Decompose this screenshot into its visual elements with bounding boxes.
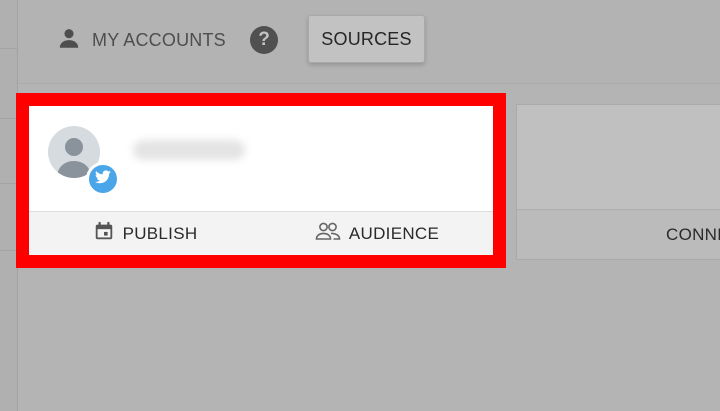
audience-label: AUDIENCE — [348, 223, 440, 243]
top-bar: MY ACCOUNTS ? SOURCES — [18, 0, 720, 84]
card-header — [29, 106, 493, 208]
sources-button[interactable]: SOURCES — [308, 15, 425, 63]
sidebar-divider — [0, 48, 18, 49]
connect-label: CONNE — [666, 224, 720, 244]
my-accounts-link[interactable]: MY ACCOUNTS — [56, 26, 226, 54]
calendar-icon — [93, 220, 123, 247]
people-icon — [315, 221, 349, 246]
card-actions: PUBLISH AUDIENCE — [29, 211, 493, 255]
my-accounts-label: MY ACCOUNTS — [92, 29, 226, 50]
account-card: PUBLISH AUDIENCE — [29, 106, 493, 255]
highlight-box: PUBLISH AUDIENCE — [16, 93, 506, 268]
help-icon[interactable]: ? — [250, 26, 278, 54]
publish-label: PUBLISH — [122, 223, 198, 243]
account-name-redacted — [133, 140, 245, 160]
connect-card: CONNE — [516, 104, 720, 260]
publish-button[interactable]: PUBLISH — [29, 212, 261, 255]
twitter-badge — [86, 162, 120, 196]
person-icon — [56, 25, 82, 56]
twitter-bird-icon — [95, 169, 111, 189]
connect-button[interactable]: CONNE — [517, 209, 720, 259]
audience-button[interactable]: AUDIENCE — [261, 212, 493, 255]
